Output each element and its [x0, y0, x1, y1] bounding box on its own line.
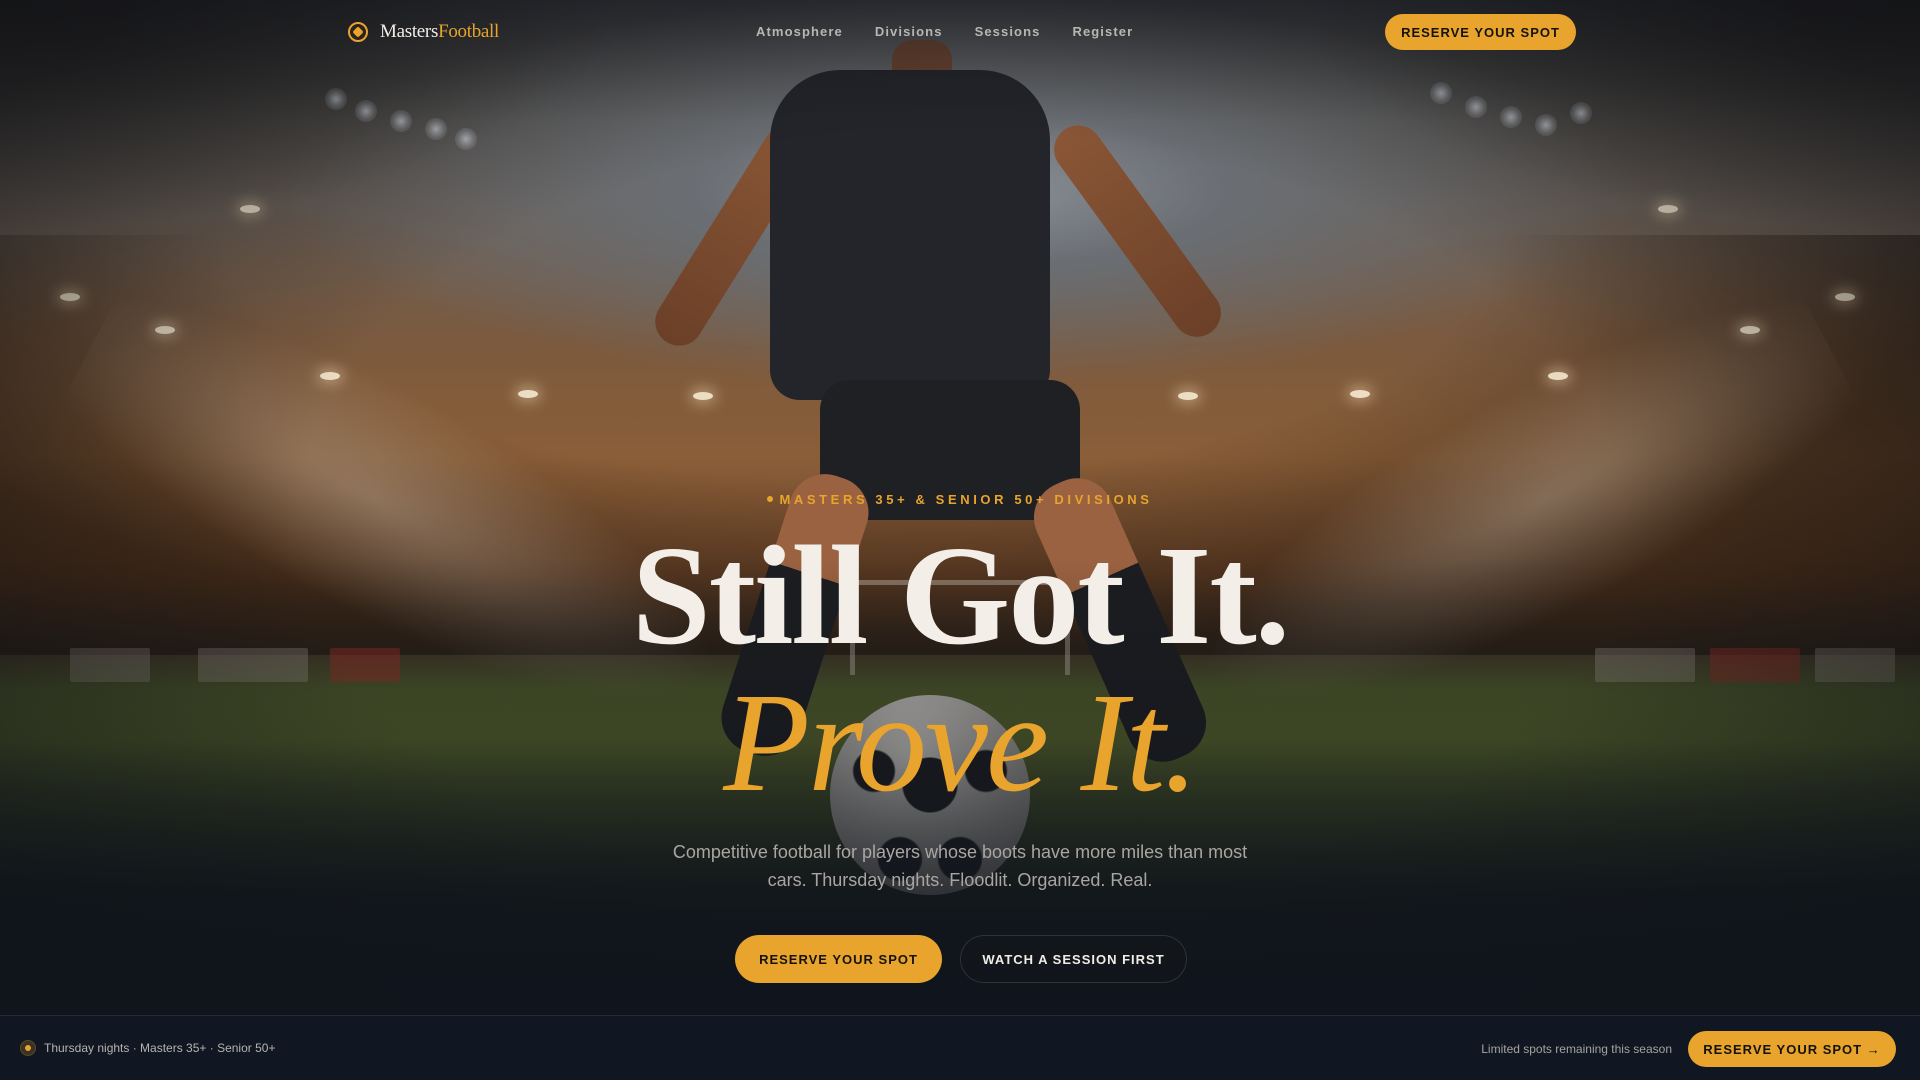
nav-reserve-spot-button[interactable]: RESERVE YOUR SPOT [1385, 14, 1576, 50]
availability-note: Limited spots remaining this season [1481, 1042, 1672, 1056]
top-navigation: MastersFootball Atmosphere Divisions Ses… [0, 0, 1920, 64]
bottom-reserve-spot-button[interactable]: RESERVE YOUR SPOT → [1688, 1031, 1896, 1067]
nav-link-divisions[interactable]: Divisions [875, 24, 943, 39]
division-eyebrow: MASTERS 35+ & SENIOR 50+ DIVISIONS [0, 492, 1920, 507]
session-info-text: Thursday nights · Masters 35+ · Senior 5… [44, 1041, 276, 1055]
bottom-bar-actions: Limited spots remaining this season RESE… [1481, 1031, 1896, 1067]
dot-icon [767, 496, 774, 502]
reserve-spot-button[interactable]: RESERVE YOUR SPOT [735, 935, 942, 983]
hero-headline: Still Got It. [631, 516, 1290, 674]
brand-name: MastersFootball [380, 21, 499, 42]
shield-crest-icon [348, 22, 368, 42]
watch-session-button[interactable]: WATCH A SESSION FIRST [960, 935, 1187, 983]
nav-link-atmosphere[interactable]: Atmosphere [756, 24, 843, 39]
hero-cta-group: RESERVE YOUR SPOT WATCH A SESSION FIRST [735, 935, 1187, 983]
hero-headline-accent: Prove It. [723, 663, 1199, 821]
session-info: Thursday nights · Masters 35+ · Senior 5… [20, 1040, 275, 1056]
hero-subtext: Competitive football for players whose b… [672, 842, 1248, 890]
nav-link-sessions[interactable]: Sessions [975, 24, 1041, 39]
live-indicator-icon [20, 1040, 36, 1056]
nav-links: Atmosphere Divisions Sessions Register [756, 24, 1133, 39]
brand-logo-link[interactable]: MastersFootball [348, 18, 499, 46]
nav-link-register[interactable]: Register [1072, 24, 1133, 39]
sticky-bottom-bar: Thursday nights · Masters 35+ · Senior 5… [0, 1015, 1920, 1080]
